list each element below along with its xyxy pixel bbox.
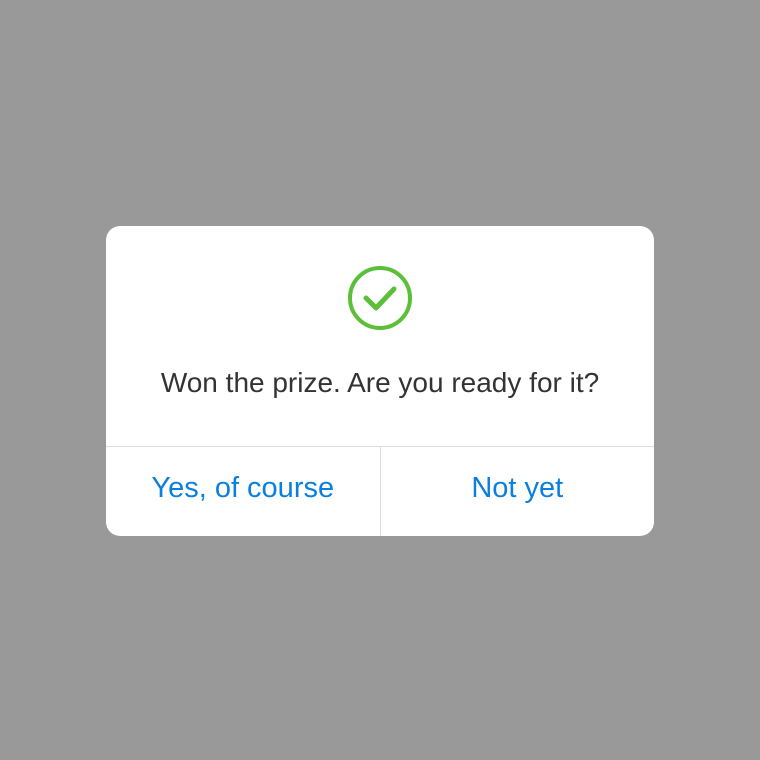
dialog-actions: Yes, of course Not yet bbox=[106, 447, 654, 536]
dialog-body: Won the prize. Are you ready for it? bbox=[106, 226, 654, 446]
not-yet-button[interactable]: Not yet bbox=[381, 447, 655, 536]
check-circle-icon bbox=[347, 265, 413, 331]
prize-dialog: Won the prize. Are you ready for it? Yes… bbox=[106, 226, 654, 536]
dialog-message: Won the prize. Are you ready for it? bbox=[160, 367, 600, 398]
yes-button[interactable]: Yes, of course bbox=[106, 447, 380, 536]
